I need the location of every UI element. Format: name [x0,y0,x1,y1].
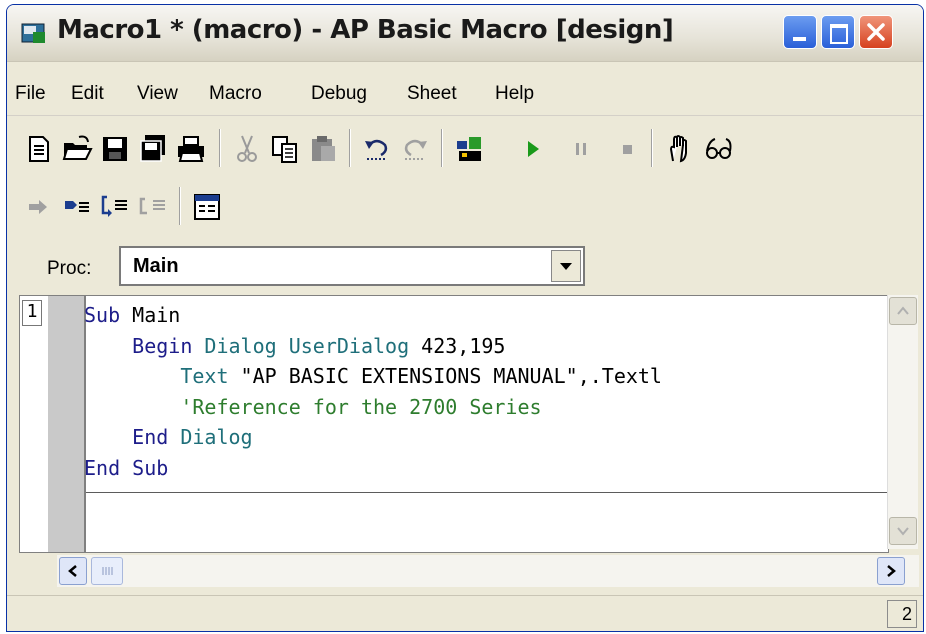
step-into-icon[interactable] [61,191,93,223]
toolbar-separator [441,129,443,167]
code-token: "AP BASIC EXTENSIONS MANUAL",.Textl [228,364,662,388]
code-token: Text [84,364,229,388]
code-token: Sub [120,455,169,480]
editor-gutter [48,296,86,552]
proc-selected-value: Main [133,255,179,277]
scroll-down-button[interactable] [889,517,917,545]
toolbar-separator [219,129,221,167]
code-token: 'Reference for the 2700 Series [84,394,542,419]
step-arrow-icon[interactable] [23,191,55,223]
scroll-right-button[interactable] [877,557,905,585]
scroll-up-button[interactable] [889,297,917,325]
minimize-button[interactable] [783,15,817,49]
cut-icon[interactable] [231,133,263,165]
code-token: Dialog [168,425,253,449]
stop-icon[interactable] [611,133,643,165]
code-token: Sub [84,303,121,327]
watch-icon[interactable] [703,133,735,165]
chevron-down-icon [897,527,909,536]
window-title: Macro1 * (macro) - AP Basic Macro [desig… [57,15,674,45]
close-icon [867,23,885,41]
maximize-button[interactable] [821,15,855,49]
edit-dialog-icon[interactable] [453,133,485,165]
print-icon[interactable] [175,133,207,165]
code-token: End [84,425,169,449]
menu-help[interactable]: Help [495,83,534,105]
run-icon[interactable] [517,133,549,165]
chevron-right-icon [887,565,896,577]
menu-file[interactable]: File [15,83,46,105]
close-button[interactable] [859,15,893,49]
open-folder-icon[interactable] [61,133,93,165]
redo-icon[interactable] [399,133,431,165]
macro-window: Macro1 * (macro) - AP Basic Macro [desig… [6,4,924,632]
toolbar-separator [651,129,653,167]
menu-debug[interactable]: Debug [311,83,367,105]
horizontal-scroll-thumb[interactable] [91,557,123,585]
code-line[interactable]: 'Reference for the 2700 Series [84,392,890,423]
dialog-form-icon[interactable] [191,191,223,223]
proc-dropdown-button[interactable] [551,250,581,282]
menu-bar: File Edit View Macro Debug Sheet Help [7,75,923,116]
paste-icon[interactable] [307,133,339,165]
menu-view[interactable]: View [137,83,178,105]
code-line[interactable]: End Sub [84,453,890,484]
proc-label: Proc: [47,258,92,279]
grip-icon [102,567,113,575]
hand-icon[interactable] [663,133,695,165]
code-area[interactable]: Sub Main Begin Dialog UserDialog 423,195… [84,300,890,546]
proc-dropdown[interactable]: Main [119,246,585,286]
status-line-field: 2 [887,600,917,628]
undo-icon[interactable] [361,133,393,165]
code-line[interactable]: Text "AP BASIC EXTENSIONS MANUAL",.Textl [84,361,890,392]
step-out-icon[interactable] [137,191,169,223]
save-all-icon[interactable] [137,133,169,165]
scroll-left-button[interactable] [59,557,87,585]
toolbar-separator [179,187,181,225]
standard-toolbar [17,123,897,175]
chevron-left-icon [68,565,77,577]
code-token: End [84,455,121,480]
chevron-up-icon [897,306,909,315]
new-file-icon[interactable] [23,133,55,165]
code-token: Begin [84,333,193,358]
pause-icon[interactable] [565,133,597,165]
code-token: Main [120,303,181,327]
debug-toolbar [17,181,287,231]
procedure-separator-line [86,492,892,493]
code-editor[interactable]: 1 Sub Main Begin Dialog UserDialog 423,1… [19,295,892,553]
toolbar-separator [349,129,351,167]
status-bar: 2 [7,595,923,631]
minimize-icon [793,37,806,41]
code-token: Dialog [192,333,277,358]
step-over-icon[interactable] [99,191,131,223]
save-icon[interactable] [99,133,131,165]
code-token: 423,195 [409,333,506,358]
code-line[interactable]: End Dialog [84,422,890,453]
code-line[interactable]: Sub Main [84,300,890,331]
maximize-icon [830,24,848,44]
chevron-down-icon [560,263,572,270]
title-bar[interactable]: Macro1 * (macro) - AP Basic Macro [desig… [7,5,923,62]
code-token: UserDialog [276,333,410,358]
macro-app-icon [21,23,45,43]
horizontal-scrollbar[interactable] [57,555,919,587]
line-number: 1 [22,300,42,326]
copy-icon[interactable] [269,133,301,165]
menu-macro[interactable]: Macro [209,83,262,105]
menu-edit[interactable]: Edit [71,83,104,105]
menu-sheet[interactable]: Sheet [407,83,457,105]
vertical-scrollbar[interactable] [887,295,918,549]
code-line[interactable]: Begin Dialog UserDialog 423,195 [84,331,890,362]
